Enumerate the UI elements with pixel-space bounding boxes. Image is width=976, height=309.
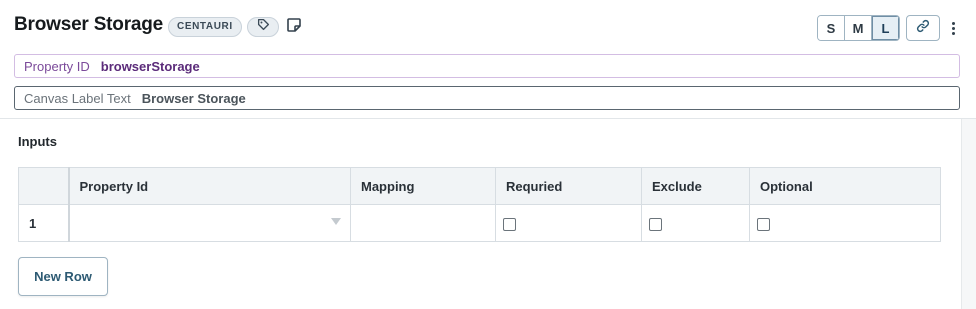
section-divider xyxy=(0,118,976,119)
inputs-section-title: Inputs xyxy=(18,134,57,149)
column-header-required: Requried xyxy=(495,167,642,205)
size-medium-button[interactable]: M xyxy=(845,16,872,40)
size-small-button[interactable]: S xyxy=(818,16,845,40)
row-index: 1 xyxy=(18,204,70,242)
canvas-label-field[interactable]: Canvas Label Text Browser Storage xyxy=(14,86,960,110)
note-button[interactable] xyxy=(285,17,303,38)
optional-checkbox[interactable] xyxy=(757,217,770,231)
property-header: Browser Storage CENTAURI S M L xyxy=(0,0,976,52)
caret-down-icon xyxy=(331,218,341,225)
column-header-optional: Optional xyxy=(749,167,941,205)
exclude-cell xyxy=(641,204,750,242)
more-options-button[interactable] xyxy=(946,16,960,40)
component-title: Browser Storage xyxy=(14,14,164,35)
required-cell xyxy=(495,204,642,242)
tag-button[interactable] xyxy=(247,17,279,37)
property-id-value: browserStorage xyxy=(100,58,200,74)
column-header-exclude: Exclude xyxy=(641,167,750,205)
property-id-label: Property ID xyxy=(24,58,90,74)
more-vertical-icon xyxy=(951,21,955,25)
table-header-row: Property Id Mapping Requried Exclude Opt… xyxy=(18,167,941,205)
new-row-button[interactable]: New Row xyxy=(18,257,108,296)
mapping-cell[interactable] xyxy=(350,204,496,242)
property-id-field[interactable]: Property ID browserStorage xyxy=(14,54,960,78)
column-header-mapping: Mapping xyxy=(350,167,496,205)
required-checkbox[interactable] xyxy=(503,217,516,231)
size-toggle-group: S M L xyxy=(817,15,900,41)
optional-cell xyxy=(749,204,941,242)
size-large-button[interactable]: L xyxy=(872,16,899,40)
tag-icon xyxy=(257,18,270,36)
link-button[interactable] xyxy=(906,15,940,41)
exclude-checkbox[interactable] xyxy=(649,217,662,231)
environment-badge: CENTAURI xyxy=(168,17,242,37)
property-id-dropdown[interactable] xyxy=(68,204,351,242)
vertical-scrollbar[interactable] xyxy=(961,119,976,309)
column-header-index xyxy=(18,167,70,205)
table-row: 1 xyxy=(18,204,941,242)
link-icon xyxy=(916,19,930,38)
canvas-label-label: Canvas Label Text xyxy=(24,90,131,106)
inputs-table: Property Id Mapping Requried Exclude Opt… xyxy=(18,167,941,242)
column-header-property-id: Property Id xyxy=(68,167,351,205)
canvas-label-value: Browser Storage xyxy=(141,90,246,106)
note-icon xyxy=(286,17,302,38)
